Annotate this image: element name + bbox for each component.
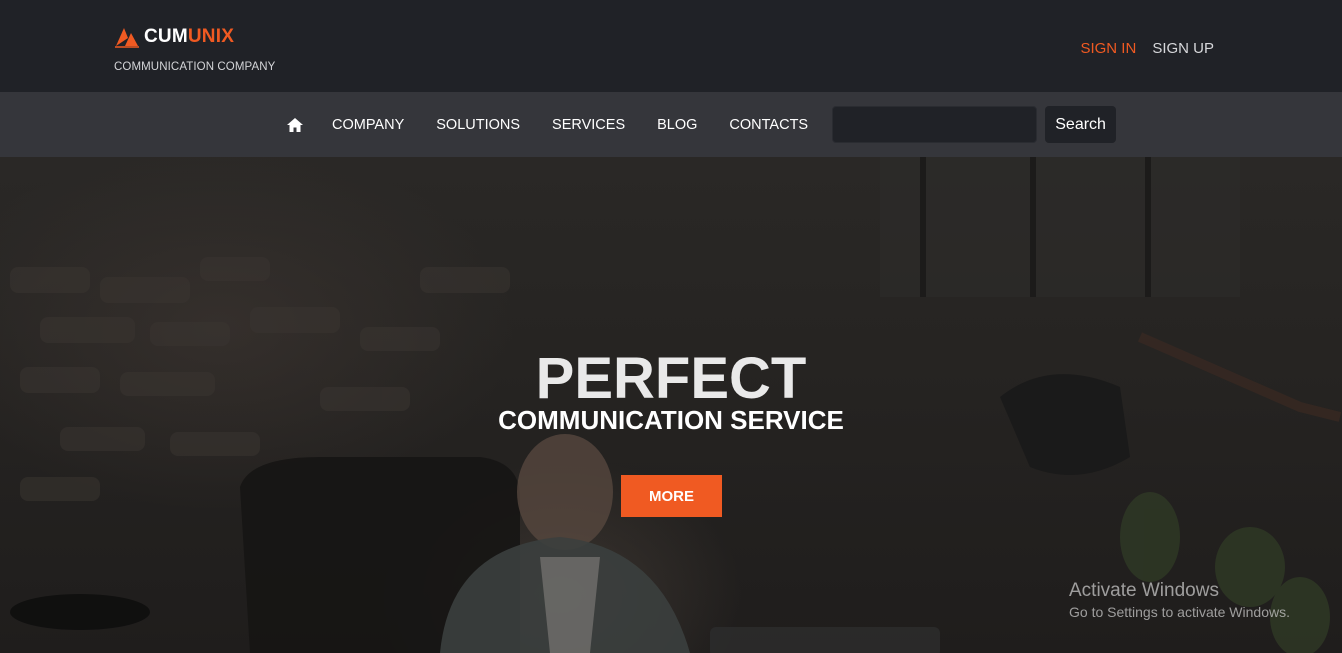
more-button[interactable]: MORE bbox=[621, 475, 722, 517]
hero-banner: PERFECT COMMUNICATION SERVICE MORE bbox=[0, 157, 1342, 653]
nav-menu: COMPANY SOLUTIONS SERVICES BLOG CONTACTS… bbox=[286, 92, 1117, 157]
nav-item-solutions[interactable]: SOLUTIONS bbox=[436, 117, 520, 133]
auth-links: SIGN IN SIGN UP bbox=[1080, 40, 1214, 57]
sail-icon bbox=[115, 28, 139, 48]
hero-title: PERFECT bbox=[535, 346, 807, 411]
search-input[interactable] bbox=[832, 106, 1038, 143]
windows-activation-watermark: Activate Windows Go to Settings to activ… bbox=[1069, 580, 1290, 620]
brand-tagline: COMMUNICATION COMPANY bbox=[114, 61, 276, 73]
main-navbar: COMPANY SOLUTIONS SERVICES BLOG CONTACTS… bbox=[0, 92, 1342, 157]
watermark-subtitle: Go to Settings to activate Windows. bbox=[1069, 604, 1290, 620]
nav-item-contacts[interactable]: CONTACTS bbox=[729, 117, 808, 133]
nav-item-company[interactable]: COMPANY bbox=[332, 117, 404, 133]
nav-item-blog[interactable]: BLOG bbox=[657, 117, 697, 133]
hero-subtitle: COMMUNICATION SERVICE bbox=[498, 405, 844, 435]
brand-name-part2: UNIX bbox=[187, 26, 235, 47]
home-icon[interactable] bbox=[286, 116, 304, 134]
top-header: CUMUNIX COMMUNICATION COMPANY SIGN IN SI… bbox=[0, 0, 1342, 92]
watermark-title: Activate Windows bbox=[1069, 580, 1219, 601]
search-button[interactable]: Search bbox=[1045, 106, 1117, 143]
brand-name: CUMUNIX bbox=[144, 26, 234, 48]
sign-up-link[interactable]: SIGN UP bbox=[1152, 40, 1214, 57]
brand-name-part1: CUM bbox=[144, 26, 188, 47]
brand-logo-link[interactable]: CUMUNIX bbox=[114, 26, 234, 48]
sign-in-link[interactable]: SIGN IN bbox=[1080, 40, 1136, 57]
nav-item-services[interactable]: SERVICES bbox=[552, 117, 625, 133]
